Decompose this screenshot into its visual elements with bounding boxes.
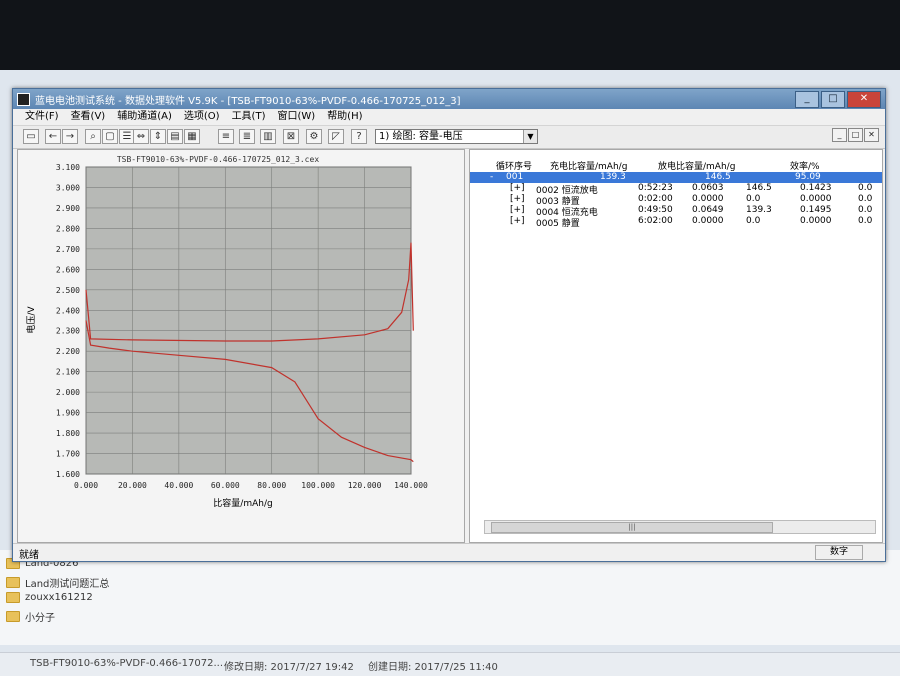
x-tick-label: 20.000 — [118, 481, 147, 490]
capacity-voltage-chart[interactable]: TSB-FT9010-63%-PVDF-0.466-170725_012_3.c… — [18, 150, 464, 542]
explorer-modified-date: 修改日期: 2017/7/27 19:42 — [224, 662, 354, 673]
folder-icon — [6, 577, 20, 588]
status-bar: 就绪 数字 — [13, 543, 885, 561]
y-tick-label: 1.700 — [56, 450, 80, 459]
app-window: 蓝电电池测试系统 - 数据处理软件 V5.9K - [TSB-FT9010-63… — [12, 88, 886, 562]
chevron-down-icon: ▼ — [523, 130, 537, 143]
y-tick-label: 2.900 — [56, 204, 80, 213]
menu-help[interactable]: 帮助(H) — [327, 109, 362, 125]
title-bar[interactable]: 蓝电电池测试系统 - 数据处理软件 V5.9K - [TSB-FT9010-63… — [13, 89, 885, 109]
y-tick-label: 2.100 — [56, 368, 80, 377]
arrow-right-icon[interactable]: → — [62, 129, 78, 144]
y-tick-label: 2.600 — [56, 265, 80, 274]
explorer-item[interactable]: 小分子 — [6, 609, 55, 624]
grid-icon[interactable]: ▦ — [184, 129, 200, 144]
y-tick-label: 2.700 — [56, 245, 80, 254]
y-tick-label: 1.600 — [56, 470, 80, 479]
y-tick-label: 2.500 — [56, 286, 80, 295]
menu-bar: 文件(F) 查看(V) 辅助通道(A) 选项(O) 工具(T) 窗口(W) 帮助… — [13, 109, 885, 125]
fit-horizontal-icon[interactable]: ⇔ — [133, 129, 149, 144]
settings-icon[interactable]: ⚙ — [306, 129, 322, 144]
menu-options[interactable]: 选项(O) — [184, 109, 220, 125]
window-title: 蓝电电池测试系统 - 数据处理软件 V5.9K - [TSB-FT9010-63… — [35, 96, 461, 107]
menu-window[interactable]: 窗口(W) — [277, 109, 315, 125]
x-tick-label: 80.000 — [257, 481, 286, 490]
explorer-item[interactable]: Land测试问题汇总 — [6, 575, 109, 590]
table-row[interactable]: [+] 0005 静置 6:02:00 0.0000 0.0 0.0000 0.… — [470, 216, 882, 229]
table-row[interactable]: [+] 0002 恒流放电 0:52:23 0.0603 146.5 0.142… — [470, 183, 882, 196]
explorer-file-list: Land-0826 Land测试问题汇总 zouxx161212 小分子 — [0, 550, 900, 645]
expand-toggle[interactable]: [+] — [510, 205, 525, 215]
x-tick-label: 40.000 — [164, 481, 193, 490]
list-detail-icon[interactable]: ≣ — [239, 129, 255, 144]
chart-pane: TSB-FT9010-63%-PVDF-0.466-170725_012_3.c… — [17, 149, 465, 543]
horizontal-scrollbar[interactable]: ||| — [484, 520, 876, 534]
close-button[interactable]: ✕ — [847, 91, 881, 108]
col-efficiency[interactable]: 效率/% — [790, 159, 820, 172]
expand-toggle[interactable]: [+] — [510, 216, 525, 226]
expand-toggle[interactable]: [+] — [510, 194, 525, 204]
menu-tools[interactable]: 工具(T) — [232, 109, 266, 125]
explorer-created-date: 创建日期: 2017/7/25 11:40 — [368, 662, 498, 673]
table-row-selected[interactable]: - 001 139.3 146.5 95.09 — [470, 172, 882, 183]
x-tick-label: 0.000 — [74, 481, 98, 490]
toolbar: ▭ ← → ⌕ ▢ ☰ ⇔ ⇕ ▤ ▦ ≡ ≣ ▥ ⊠ ⚙ ◸ ? 1) 绘图:… — [13, 125, 885, 149]
minimize-button[interactable]: _ — [795, 91, 819, 108]
x-tick-label: 100.000 — [301, 481, 335, 490]
cycle-table: 循环序号 充电比容量/mAh/g 放电比容量/mAh/g 效率/% - 001 … — [469, 149, 883, 543]
numlock-indicator: 数字 — [815, 545, 863, 560]
open-folder-icon[interactable]: ▭ — [23, 129, 39, 144]
folder-icon — [6, 592, 20, 603]
mdi-minimize-button[interactable]: _ — [832, 128, 847, 142]
mdi-close-button[interactable]: ✕ — [864, 128, 879, 142]
layout-icon[interactable]: ▤ — [167, 129, 183, 144]
x-tick-label: 120.000 — [348, 481, 382, 490]
arrow-left-icon[interactable]: ← — [45, 129, 61, 144]
col-charge-capacity[interactable]: 充电比容量/mAh/g — [550, 159, 627, 172]
y-tick-label: 1.800 — [56, 429, 80, 438]
y-tick-label: 2.400 — [56, 306, 80, 315]
app-icon — [17, 93, 30, 106]
list-icon[interactable]: ≡ — [218, 129, 234, 144]
y-tick-label: 3.100 — [56, 163, 80, 172]
table-row[interactable]: [+] 0003 静置 0:02:00 0.0000 0.0 0.0000 0.… — [470, 194, 882, 207]
expand-toggle[interactable]: [+] — [510, 183, 525, 193]
x-tick-label: 140.000 — [394, 481, 428, 490]
y-tick-label: 1.900 — [56, 409, 80, 418]
help-icon[interactable]: ? — [351, 129, 367, 144]
chart-style-icon[interactable]: ◸ — [328, 129, 344, 144]
chart-title: TSB-FT9010-63%-PVDF-0.466-170725_012_3.c… — [117, 155, 319, 164]
mdi-restore-button[interactable]: □ — [848, 128, 863, 142]
table-row[interactable]: [+] 0004 恒流充电 0:49:50 0.0649 139.3 0.149… — [470, 205, 882, 218]
menu-aux-channel[interactable]: 辅助通道(A) — [117, 109, 172, 125]
y-tick-label: 2.200 — [56, 347, 80, 356]
x-tick-label: 60.000 — [211, 481, 240, 490]
select-region-icon[interactable]: ▢ — [102, 129, 118, 144]
fit-vertical-icon[interactable]: ⇕ — [150, 129, 166, 144]
y-tick-label: 2.000 — [56, 388, 80, 397]
y-tick-label: 2.300 — [56, 327, 80, 336]
maximize-button[interactable]: □ — [821, 91, 845, 108]
y-axis-label: 电压/V — [25, 306, 37, 334]
scrollbar-thumb[interactable]: ||| — [491, 522, 773, 533]
x-axis-label: 比容量/mAh/g — [213, 497, 272, 509]
menu-file[interactable]: 文件(F) — [25, 109, 59, 125]
menu-view[interactable]: 查看(V) — [71, 109, 106, 125]
status-text: 就绪 — [19, 550, 39, 561]
plot-type-select[interactable]: 1) 绘图: 容量-电压 ▼ — [375, 129, 538, 144]
y-tick-label: 2.800 — [56, 224, 80, 233]
col-discharge-capacity[interactable]: 放电比容量/mAh/g — [658, 159, 735, 172]
col-cycle[interactable]: 循环序号 — [496, 159, 532, 172]
export-icon[interactable]: ▥ — [260, 129, 276, 144]
cross-grid-icon[interactable]: ⊠ — [283, 129, 299, 144]
plot-area — [85, 166, 412, 475]
y-tick-label: 3.000 — [56, 183, 80, 192]
folder-icon — [6, 611, 20, 622]
explorer-file-name: TSB-FT9010-63%-PVDF-0.466-17072... — [30, 658, 224, 669]
explorer-details-bar: TSB-FT9010-63%-PVDF-0.466-17072... 修改日期:… — [0, 652, 900, 676]
explorer-item[interactable]: zouxx161212 — [6, 592, 93, 603]
monitor-bezel — [0, 0, 900, 70]
table-header: 循环序号 充电比容量/mAh/g 放电比容量/mAh/g 效率/% — [470, 158, 882, 172]
zoom-icon[interactable]: ⌕ — [85, 129, 101, 144]
